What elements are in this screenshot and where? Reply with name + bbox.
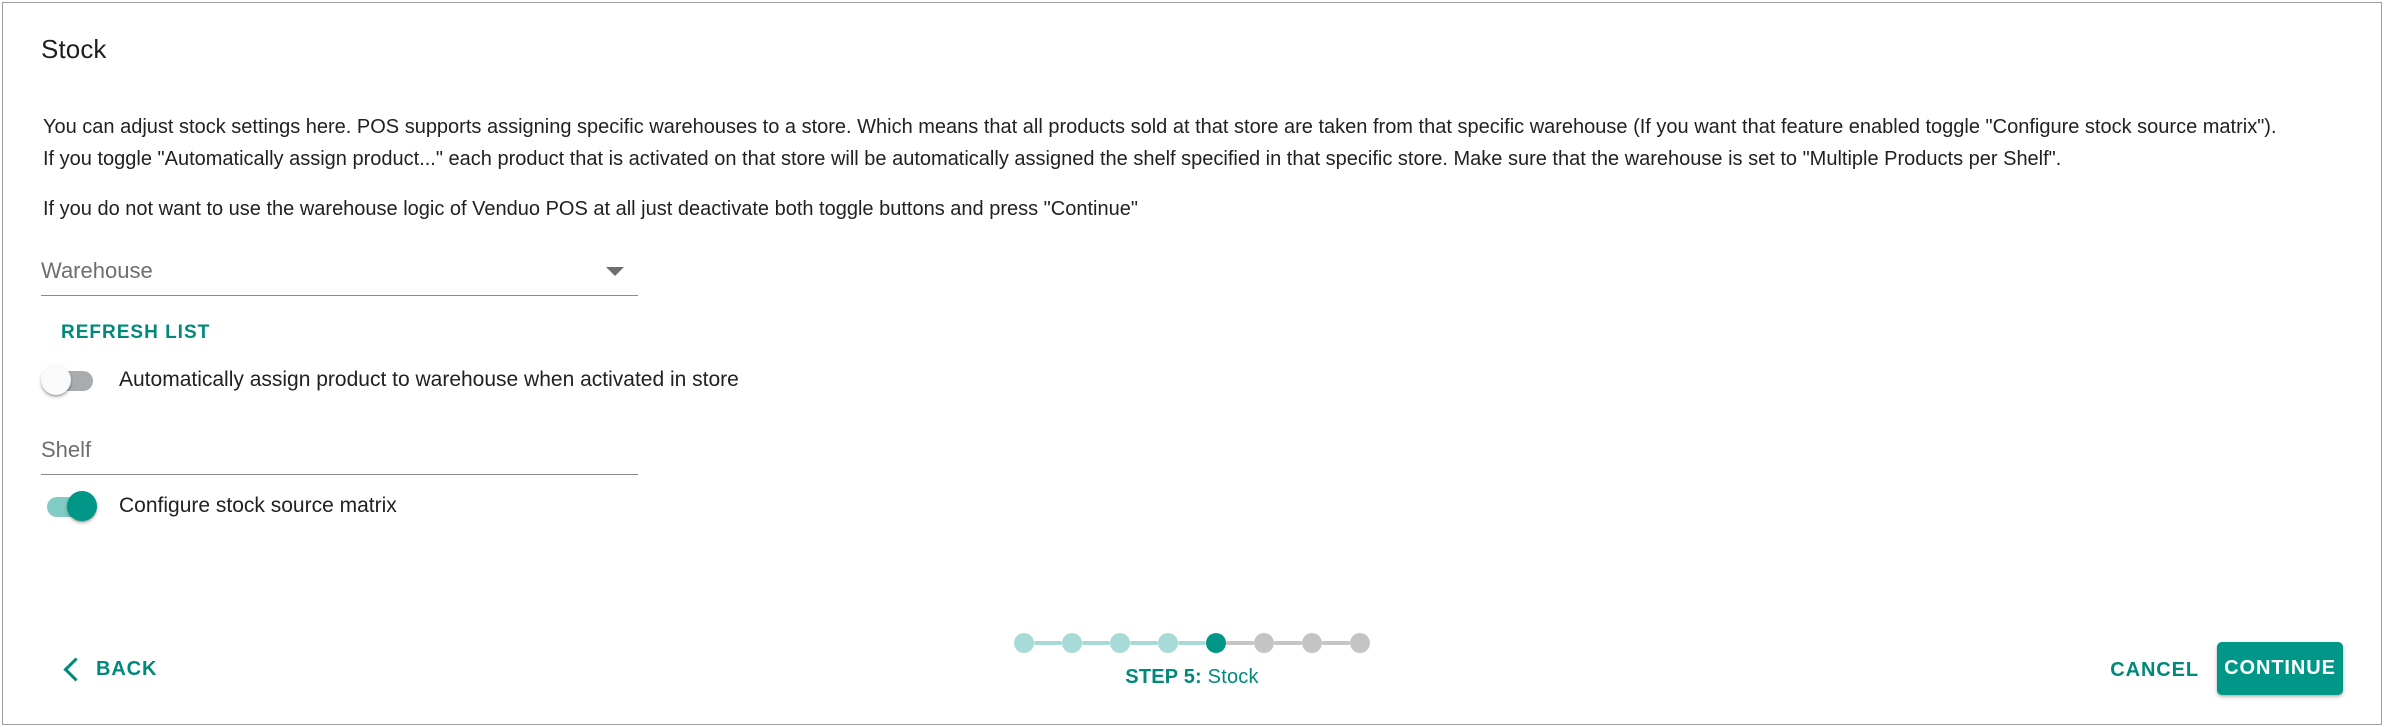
stepper-connector: [1034, 641, 1062, 645]
description-block: You can adjust stock settings here. POS …: [43, 111, 2343, 225]
toggle-thumb: [41, 365, 71, 395]
stepper-dot-4[interactable]: [1158, 633, 1178, 653]
stepper-connector: [1226, 641, 1254, 645]
stepper-connector: [1322, 641, 1350, 645]
back-button[interactable]: BACK: [63, 657, 158, 682]
form-area: Warehouse REFRESH LIST Automatically ass…: [41, 258, 741, 521]
step-number-label: STEP 5:: [1125, 666, 1202, 688]
shelf-label: Shelf: [41, 437, 92, 462]
refresh-list-button[interactable]: REFRESH LIST: [61, 322, 210, 344]
step-name-label: Stock: [1201, 666, 1259, 688]
stepper-connector: [1178, 641, 1206, 645]
stepper-connector: [1082, 641, 1110, 645]
stepper-dot-2[interactable]: [1062, 633, 1082, 653]
stepper-connector: [1274, 641, 1302, 645]
auto-assign-product-label: Automatically assign product to warehous…: [119, 368, 739, 391]
stepper-dots: [1014, 633, 1370, 653]
stepper-dot-8[interactable]: [1350, 633, 1370, 653]
warehouse-select[interactable]: Warehouse: [41, 258, 638, 296]
stepper-dot-7[interactable]: [1302, 633, 1322, 653]
stepper-dot-3[interactable]: [1110, 633, 1130, 653]
shelf-input[interactable]: Shelf: [41, 437, 638, 475]
auto-assign-toggle-row: Automatically assign product to warehous…: [41, 365, 741, 395]
refresh-list-row: REFRESH LIST: [41, 322, 741, 344]
stepper-dot-5[interactable]: [1206, 633, 1226, 653]
stepper-connector: [1130, 641, 1158, 645]
stepper-dot-6[interactable]: [1254, 633, 1274, 653]
continue-button[interactable]: CONTINUE: [2217, 642, 2343, 695]
description-paragraph-2: If you do not want to use the warehouse …: [43, 198, 1138, 220]
configure-stock-source-matrix-toggle[interactable]: [41, 491, 97, 521]
stepper-dot-1[interactable]: [1014, 633, 1034, 653]
auto-assign-product-toggle[interactable]: [41, 365, 97, 395]
description-line-1: You can adjust stock settings here. POS …: [43, 116, 2277, 138]
wizard-stepper: STEP 5: Stock: [1014, 633, 1370, 689]
configure-stock-source-matrix-label: Configure stock source matrix: [119, 494, 397, 517]
chevron-down-icon: [606, 267, 624, 276]
stock-source-matrix-toggle-row: Configure stock source matrix: [41, 491, 741, 521]
warehouse-label: Warehouse: [41, 258, 153, 283]
cancel-button[interactable]: CANCEL: [2110, 659, 2199, 682]
back-button-label: BACK: [96, 658, 158, 680]
page-title: Stock: [41, 34, 107, 64]
stock-settings-screen: Stock You can adjust stock settings here…: [0, 0, 2384, 727]
description-paragraph-1: You can adjust stock settings here. POS …: [43, 111, 2343, 175]
chevron-left-icon: [63, 657, 88, 682]
toggle-thumb: [67, 491, 97, 521]
step-caption: STEP 5: Stock: [1125, 666, 1258, 689]
description-line-2: If you toggle "Automatically assign prod…: [43, 148, 2062, 170]
settings-card: Stock You can adjust stock settings here…: [2, 2, 2382, 725]
